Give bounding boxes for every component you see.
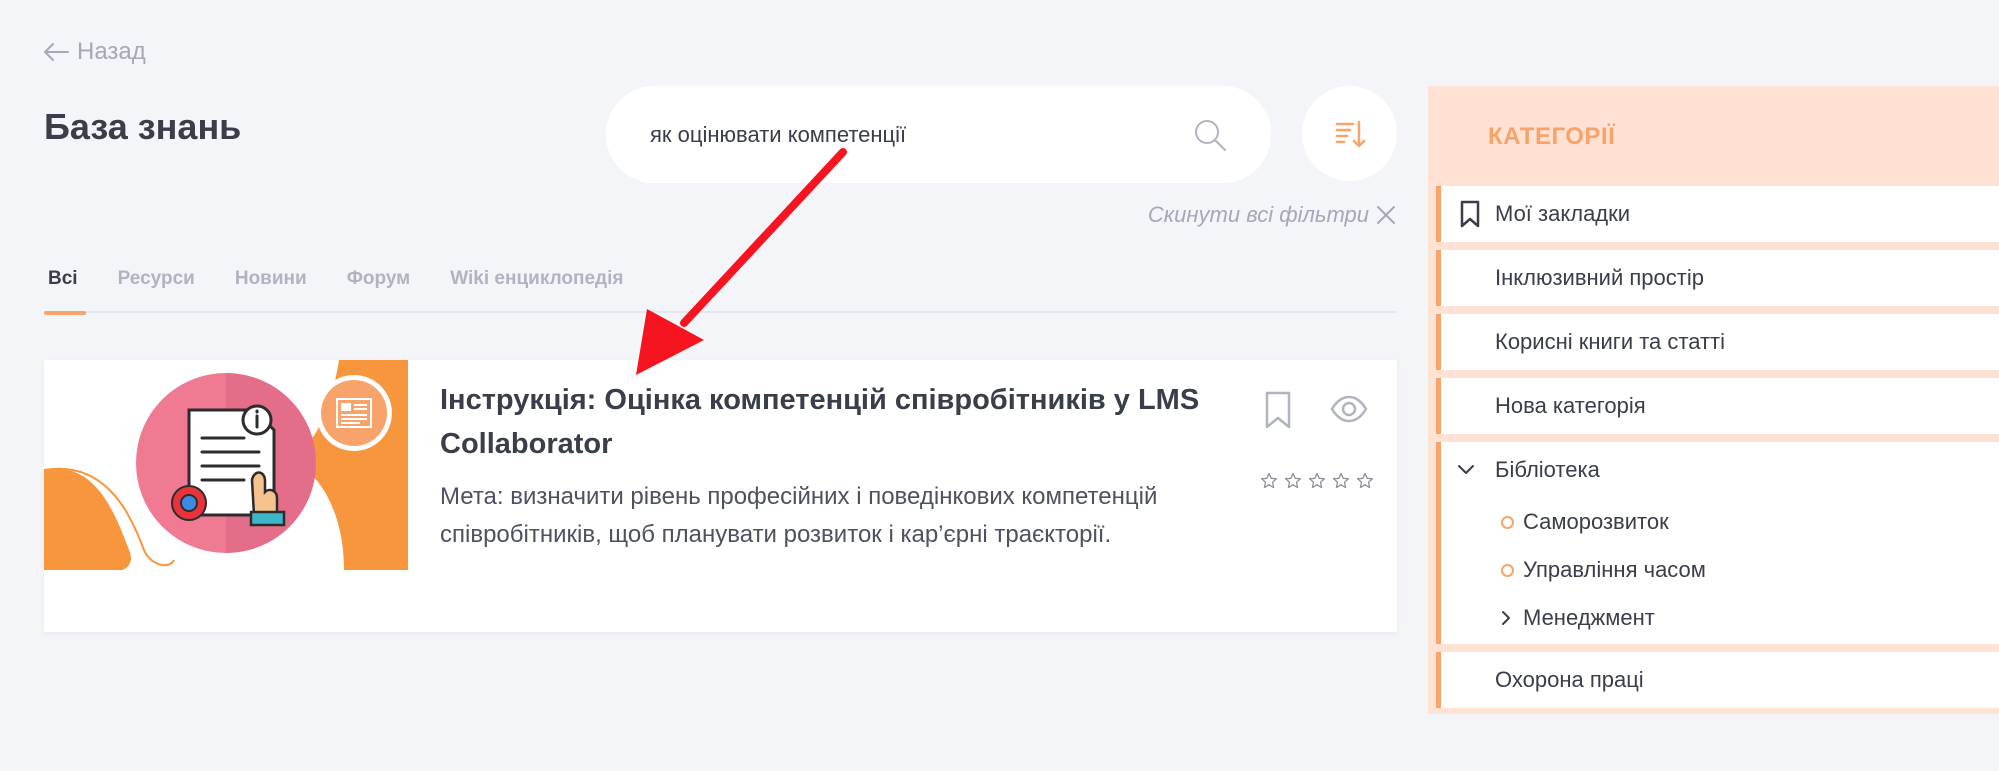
article-icon (336, 398, 372, 428)
categories-sidebar: КАТЕГОРІЇ Мої закладки Інклюзивний прост… (1428, 86, 1999, 714)
sidebar-item-bookmarks[interactable]: Мої закладки (1436, 186, 1999, 242)
close-icon (1377, 206, 1395, 224)
rating (1260, 472, 1374, 490)
tab-forum[interactable]: Форум (343, 265, 415, 313)
star-icon[interactable] (1332, 472, 1350, 490)
sidebar-item-label: Корисні книги та статті (1495, 329, 1726, 354)
sidebar-item-useful-books[interactable]: Корисні книги та статті (1436, 314, 1999, 370)
sidebar-subitem-self-development[interactable]: Саморозвиток (1441, 498, 1991, 546)
sidebar-item-label: Охорона праці (1495, 667, 1644, 692)
bookmark-icon (1460, 200, 1480, 228)
sort-button[interactable] (1302, 86, 1397, 181)
sidebar-item-label: Мої закладки (1495, 201, 1631, 226)
reset-filters-link[interactable]: Скинути всі фільтри (1148, 202, 1397, 228)
search-box (606, 86, 1271, 183)
sidebar-subitem-management[interactable]: Менеджмент (1441, 594, 1991, 642)
sidebar-subitem-time-management[interactable]: Управління часом (1441, 546, 1991, 594)
circle-icon (1501, 563, 1514, 577)
star-icon[interactable] (1356, 472, 1374, 490)
search-input[interactable] (650, 121, 1193, 148)
tab-news[interactable]: Новини (231, 265, 311, 313)
sidebar-subitem-label: Менеджмент (1523, 605, 1655, 630)
star-icon[interactable] (1260, 472, 1278, 490)
bookmark-icon[interactable] (1262, 390, 1294, 430)
result-card[interactable]: Інструкція: Оцінка компетенцій співробіт… (44, 360, 1397, 632)
reset-filters-label: Скинути всі фільтри (1147, 202, 1369, 227)
chevron-right-icon (1502, 611, 1510, 625)
back-link[interactable]: Назад (43, 38, 146, 66)
eye-icon[interactable] (1330, 394, 1368, 424)
back-label: Назад (77, 38, 146, 65)
sidebar-item-inclusive-space[interactable]: Інклюзивний простір (1436, 250, 1999, 306)
sort-icon (1335, 120, 1365, 147)
sidebar-item-labor-safety[interactable]: Охорона праці (1436, 652, 1999, 708)
sidebar-item-label: Нова категорія (1495, 393, 1646, 418)
sidebar-item-library: Бібліотека Саморозвиток Управління часом… (1436, 442, 1999, 644)
result-description: Мета: визначити рівень професійних і пов… (440, 483, 1158, 548)
sidebar-subitem-label: Управління часом (1523, 557, 1706, 582)
sidebar-subitem-label: Саморозвиток (1523, 509, 1669, 534)
sidebar-item-new-category[interactable]: Нова категорія (1436, 378, 1999, 434)
result-title[interactable]: Інструкція: Оцінка компетенцій співробіт… (440, 378, 1200, 466)
arrow-left-icon (44, 43, 69, 61)
search-icon[interactable] (1193, 118, 1227, 152)
sidebar-title: КАТЕГОРІЇ (1488, 123, 1616, 150)
circle-icon (1501, 515, 1514, 529)
star-icon[interactable] (1308, 472, 1326, 490)
tabs: Всі Ресурси Новини Форум Wiki енциклопед… (44, 265, 1397, 315)
chevron-down-icon (1458, 465, 1474, 474)
sidebar-item-library-header[interactable]: Бібліотека (1441, 442, 1991, 498)
card-illustration (44, 360, 408, 570)
tab-resources[interactable]: Ресурси (114, 265, 199, 313)
page-title: База знань (44, 106, 242, 147)
tab-all[interactable]: Всі (44, 265, 86, 315)
sidebar-item-label: Бібліотека (1495, 457, 1600, 482)
star-icon[interactable] (1284, 472, 1302, 490)
sidebar-item-label: Інклюзивний простір (1495, 265, 1704, 290)
tab-wiki[interactable]: Wiki енциклопедія (446, 265, 627, 313)
